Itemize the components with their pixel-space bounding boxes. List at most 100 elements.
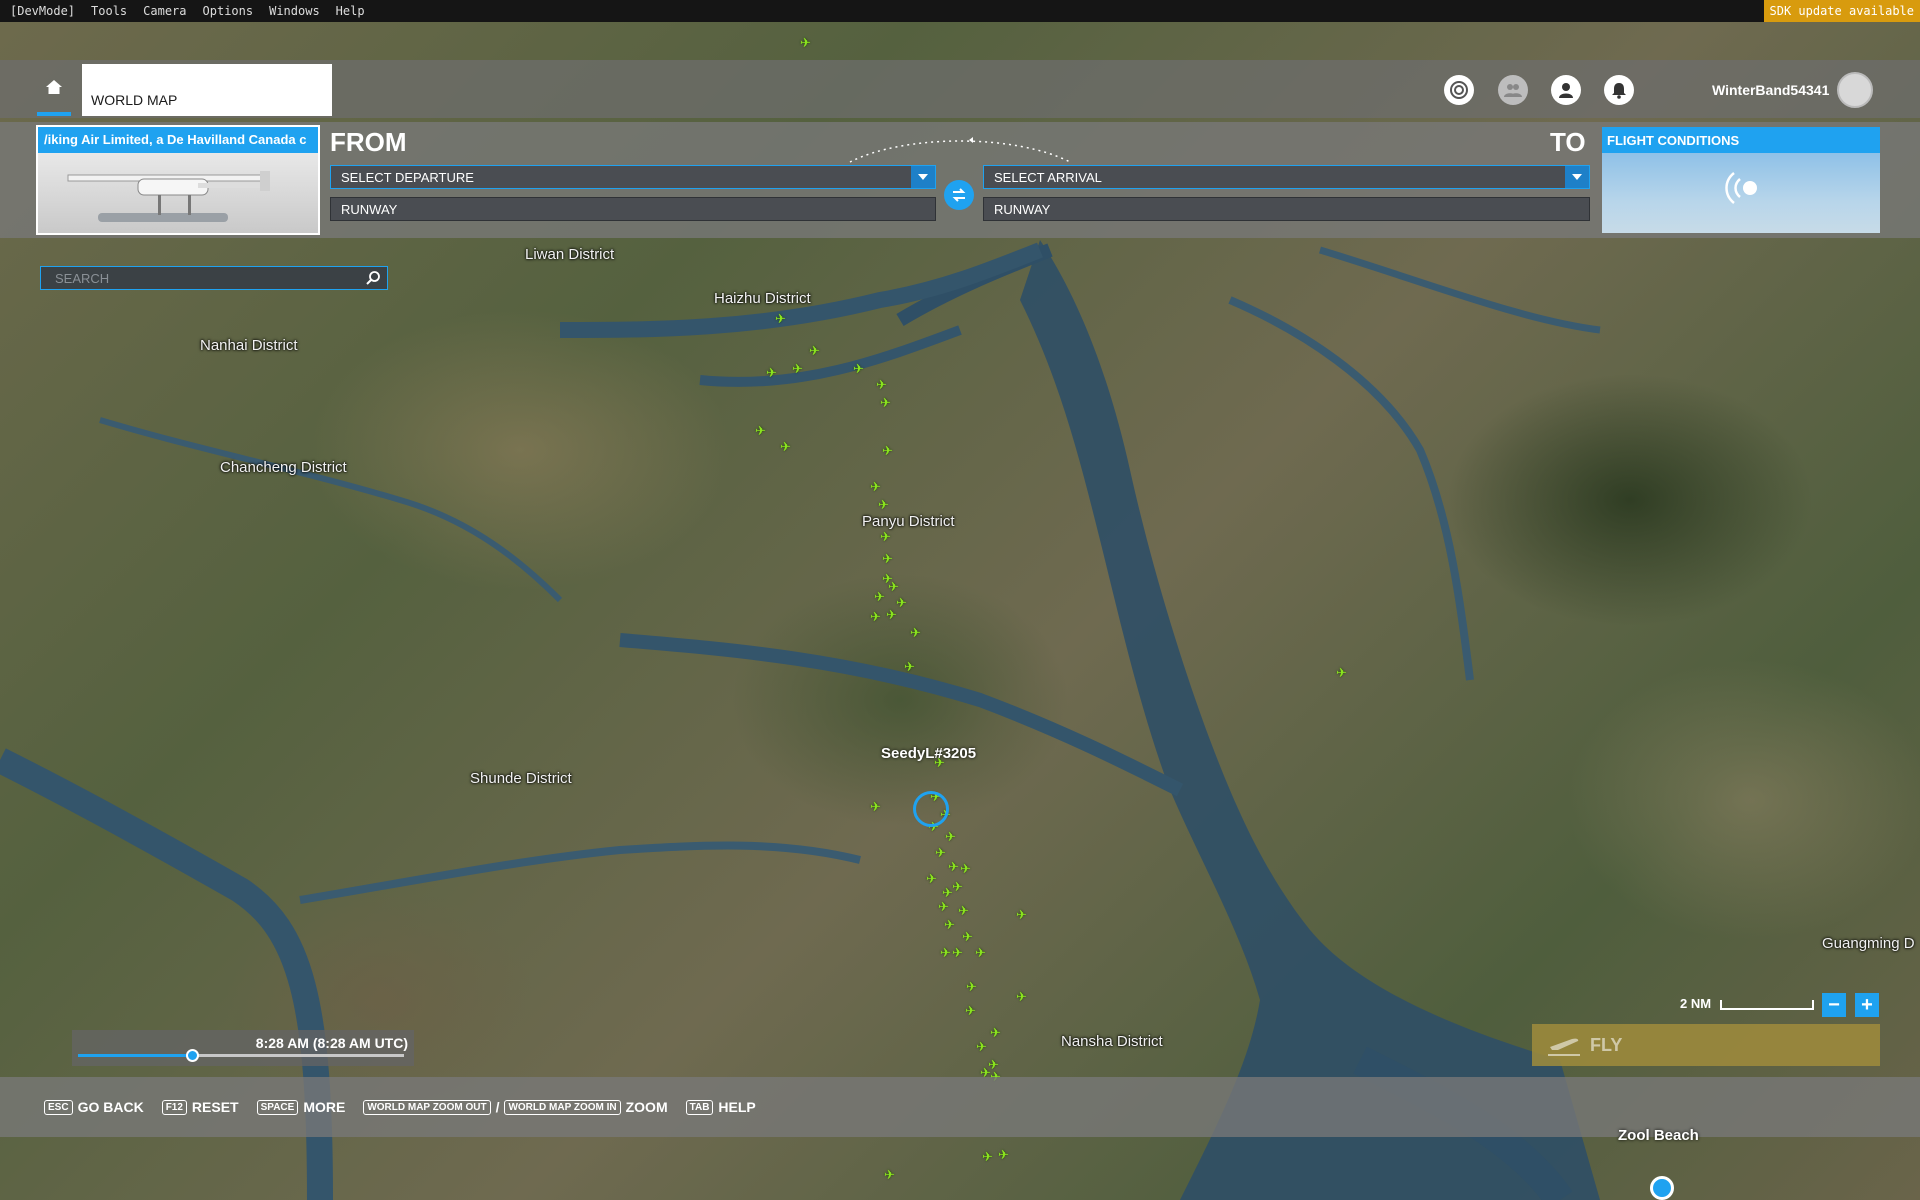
traffic-aircraft-icon[interactable]: ✈ — [962, 930, 973, 943]
profile-button[interactable] — [1551, 75, 1581, 105]
traffic-aircraft-icon[interactable]: ✈ — [958, 904, 969, 917]
traffic-aircraft-icon[interactable]: ✈ — [940, 946, 951, 959]
traffic-aircraft-icon[interactable]: ✈ — [966, 980, 977, 993]
traffic-aircraft-icon[interactable]: ✈ — [952, 946, 963, 959]
menu-item-options[interactable]: Options — [203, 4, 254, 18]
traffic-aircraft-icon[interactable]: ✈ — [948, 860, 959, 873]
menu-item-help[interactable]: Help — [336, 4, 365, 18]
traffic-aircraft-icon[interactable]: ✈ — [982, 1150, 993, 1163]
traffic-aircraft-icon[interactable]: ✈ — [870, 800, 881, 813]
sdk-update-badge[interactable]: SDK update available — [1763, 0, 1920, 22]
username[interactable]: WinterBand54341 — [1712, 82, 1829, 98]
traffic-aircraft-icon[interactable]: ✈ — [775, 312, 786, 325]
traffic-aircraft-icon[interactable]: ✈ — [1016, 990, 1027, 1003]
traffic-aircraft-icon[interactable]: ✈ — [878, 498, 889, 511]
traffic-aircraft-icon[interactable]: ✈ — [976, 1040, 987, 1053]
zoom-in-button[interactable]: + — [1855, 993, 1879, 1017]
traffic-aircraft-icon[interactable]: ✈ — [780, 440, 791, 453]
dev-menu-bar: [DevMode] Tools Camera Options Windows H… — [0, 0, 1920, 22]
traffic-aircraft-icon[interactable]: ✈ — [990, 1026, 1001, 1039]
hint-zoom[interactable]: WORLD MAP ZOOM OUT / WORLD MAP ZOOM IN Z… — [363, 1099, 668, 1115]
menu-item-devmode[interactable]: [DevMode] — [10, 4, 75, 18]
traffic-aircraft-icon[interactable]: ✈ — [886, 608, 897, 621]
key-space: SPACE — [256, 1099, 299, 1115]
traffic-aircraft-icon[interactable]: ✈ — [896, 596, 907, 609]
tab-world-map[interactable]: WORLD MAP — [82, 64, 332, 116]
time-slider-track[interactable] — [78, 1049, 404, 1062]
traffic-aircraft-icon[interactable]: ✈ — [880, 530, 891, 543]
friends-button[interactable] — [1498, 75, 1528, 105]
live-weather-icon — [1725, 172, 1757, 204]
from-label: FROM — [330, 127, 407, 157]
traffic-aircraft-icon[interactable]: ✈ — [755, 424, 766, 437]
traffic-aircraft-icon[interactable]: ✈ — [874, 590, 885, 603]
traffic-aircraft-icon[interactable]: ✈ — [944, 918, 955, 931]
traffic-aircraft-icon[interactable]: ✈ — [880, 396, 891, 409]
key-esc: ESC — [44, 1099, 73, 1115]
menu-item-tools[interactable]: Tools — [91, 4, 127, 18]
traffic-aircraft-icon[interactable]: ✈ — [960, 862, 971, 875]
bell-icon — [1612, 83, 1626, 99]
traffic-aircraft-icon[interactable]: ✈ — [1336, 666, 1347, 679]
menu-item-windows[interactable]: Windows — [269, 4, 320, 18]
hint-go-back[interactable]: ESC GO BACK — [44, 1099, 144, 1115]
traffic-aircraft-icon[interactable]: ✈ — [870, 610, 881, 623]
player-aircraft-label: SeedyL#3205 — [881, 745, 977, 762]
swap-icon — [952, 188, 966, 202]
departure-runway-select[interactable]: RUNWAY — [330, 197, 936, 221]
traffic-aircraft-icon[interactable]: ✈ — [853, 362, 864, 375]
key-zoom-out: WORLD MAP ZOOM OUT — [363, 1099, 491, 1115]
player-aircraft-marker[interactable] — [913, 791, 949, 827]
traffic-aircraft-icon[interactable]: ✈ — [965, 1004, 976, 1017]
traffic-aircraft-icon[interactable]: ✈ — [910, 626, 921, 639]
hint-more[interactable]: SPACE MORE — [256, 1099, 346, 1115]
traffic-aircraft-icon[interactable]: ✈ — [882, 444, 893, 457]
flight-conditions-title: FLIGHT CONDITIONS — [1602, 127, 1880, 153]
hint-help[interactable]: TAB HELP — [685, 1099, 756, 1115]
departure-runway-value: RUNWAY — [341, 202, 398, 217]
airport-marker[interactable] — [1650, 1176, 1674, 1200]
traffic-aircraft-icon[interactable]: ✈ — [998, 1148, 1009, 1161]
time-slider-fill — [78, 1054, 193, 1057]
activity-button[interactable] — [1444, 75, 1474, 105]
traffic-aircraft-icon[interactable]: ✈ — [766, 366, 777, 379]
zoom-out-button[interactable]: − — [1822, 993, 1846, 1017]
location-label: Zool Beach — [1618, 1127, 1699, 1144]
traffic-aircraft-icon[interactable]: ✈ — [876, 378, 887, 391]
menu-item-camera[interactable]: Camera — [143, 4, 186, 18]
traffic-aircraft-icon[interactable]: ✈ — [800, 36, 811, 49]
hint-separator: / — [495, 1099, 500, 1115]
aircraft-name: /iking Air Limited, a De Havilland Canad… — [38, 127, 318, 153]
notifications-button[interactable] — [1604, 75, 1634, 105]
time-slider-thumb[interactable] — [186, 1049, 200, 1062]
swap-route-button[interactable] — [944, 180, 974, 210]
traffic-aircraft-icon[interactable]: ✈ — [870, 480, 881, 493]
departure-select[interactable]: SELECT DEPARTURE — [330, 165, 936, 189]
traffic-aircraft-icon[interactable]: ✈ — [882, 552, 893, 565]
district-label: Chancheng District — [220, 459, 347, 476]
hint-reset[interactable]: F12 RESET — [161, 1099, 239, 1115]
traffic-aircraft-icon[interactable]: ✈ — [884, 1168, 895, 1181]
traffic-aircraft-icon[interactable]: ✈ — [975, 946, 986, 959]
traffic-aircraft-icon[interactable]: ✈ — [888, 580, 899, 593]
traffic-aircraft-icon[interactable]: ✈ — [952, 880, 963, 893]
arrival-runway-select[interactable]: RUNWAY — [983, 197, 1590, 221]
arrival-select[interactable]: SELECT ARRIVAL — [983, 165, 1590, 189]
time-of-day-slider[interactable]: 8:28 AM (8:28 AM UTC) — [72, 1030, 414, 1066]
home-button[interactable] — [37, 62, 71, 116]
flight-conditions-panel[interactable]: FLIGHT CONDITIONS — [1602, 127, 1880, 233]
traffic-aircraft-icon[interactable]: ✈ — [945, 830, 956, 843]
search-input[interactable]: SEARCH — [40, 266, 388, 290]
traffic-aircraft-icon[interactable]: ✈ — [904, 660, 915, 673]
aircraft-selector[interactable]: /iking Air Limited, a De Havilland Canad… — [36, 125, 320, 235]
traffic-aircraft-icon[interactable]: ✈ — [938, 900, 949, 913]
avatar[interactable] — [1837, 72, 1873, 108]
traffic-aircraft-icon[interactable]: ✈ — [809, 344, 820, 357]
traffic-aircraft-icon[interactable]: ✈ — [792, 362, 803, 375]
traffic-aircraft-icon[interactable]: ✈ — [935, 846, 946, 859]
hint-label: MORE — [303, 1099, 346, 1115]
fly-button[interactable]: FLY — [1532, 1024, 1880, 1066]
traffic-aircraft-icon[interactable]: ✈ — [1016, 908, 1027, 921]
district-label: Nansha District — [1061, 1033, 1163, 1050]
traffic-aircraft-icon[interactable]: ✈ — [926, 872, 937, 885]
